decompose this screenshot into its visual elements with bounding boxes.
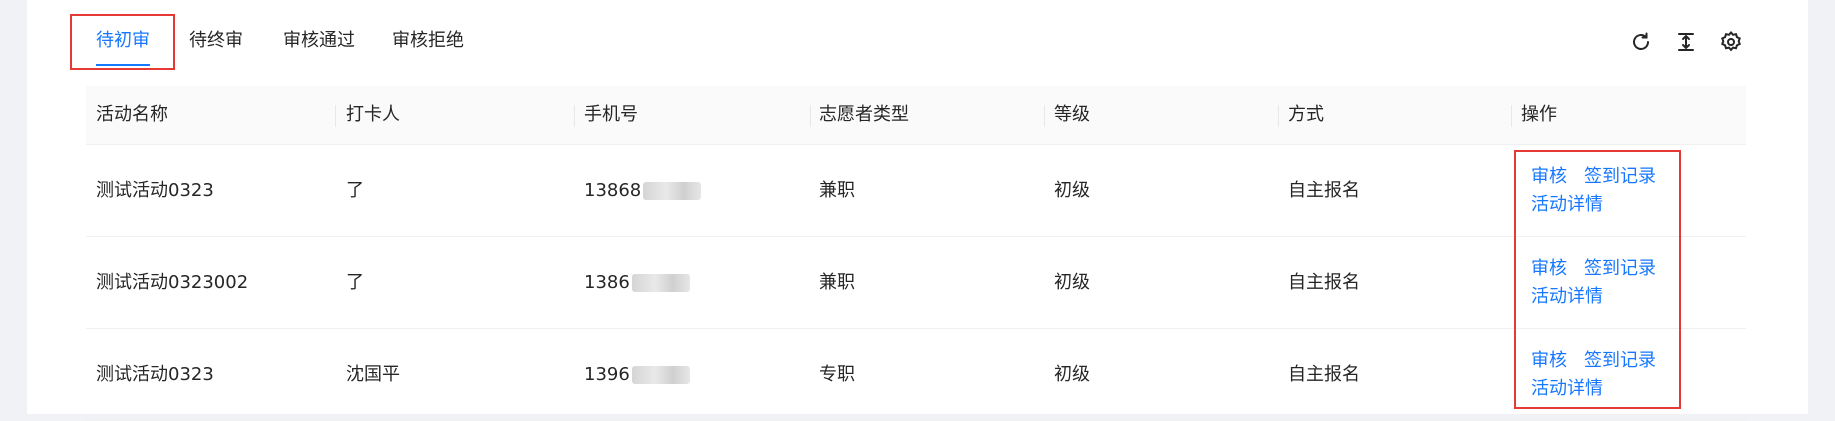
column-header: 操作 [1521, 104, 1557, 125]
row-actions: 审核 签到记录 活动详情 [1531, 163, 1656, 219]
phone-cell: 1386 [584, 237, 690, 328]
row-actions: 审核 签到记录 活动详情 [1531, 347, 1656, 403]
activity-details-link[interactable]: 活动详情 [1531, 378, 1603, 399]
column-divider [1511, 105, 1512, 127]
phone-visible: 1396 [584, 364, 630, 385]
column-header: 等级 [1054, 104, 1090, 125]
phone-cell: 1396 [584, 329, 690, 420]
settings-icon[interactable] [1719, 30, 1743, 54]
table-row: 测试活动0323 沈国平 1396 专职 初级 自主报名 审核 签到记录 活动详情 [86, 329, 1746, 421]
tab-pending-first-review[interactable]: 待初审 [96, 26, 150, 52]
row-actions: 审核 签到记录 活动详情 [1531, 255, 1656, 311]
column-header: 手机号 [584, 104, 638, 125]
tab-approved[interactable]: 审核通过 [283, 26, 355, 52]
tab-pending-final-review[interactable]: 待终审 [189, 26, 243, 52]
phone-redacted [631, 274, 690, 292]
phone-redacted [631, 366, 690, 384]
level-cell: 初级 [1054, 364, 1090, 385]
volunteer-type-cell: 专职 [819, 364, 855, 385]
column-divider [1278, 105, 1279, 127]
phone-visible: 13868 [584, 180, 642, 201]
review-link[interactable]: 审核 [1531, 350, 1567, 371]
column-header: 活动名称 [96, 104, 168, 125]
activity-name-cell: 测试活动0323 [96, 364, 214, 385]
person-cell: 沈国平 [346, 364, 400, 385]
person-cell: 了 [346, 180, 364, 201]
review-link[interactable]: 审核 [1531, 258, 1567, 279]
phone-cell: 13868 [584, 145, 702, 236]
active-tab-indicator [96, 64, 150, 66]
person-cell: 了 [346, 272, 364, 293]
column-header: 打卡人 [346, 104, 400, 125]
column-divider [810, 105, 811, 127]
table-header: 活动名称 打卡人 手机号 志愿者类型 等级 方式 操作 [86, 86, 1746, 145]
activity-name-cell: 测试活动0323002 [96, 272, 249, 293]
column-header: 志愿者类型 [819, 104, 909, 125]
refresh-icon[interactable] [1629, 30, 1653, 54]
level-cell: 初级 [1054, 180, 1090, 201]
column-header: 方式 [1288, 104, 1324, 125]
review-link[interactable]: 审核 [1531, 166, 1567, 187]
column-height-icon[interactable] [1674, 30, 1698, 54]
phone-visible: 1386 [584, 272, 630, 293]
activity-details-link[interactable]: 活动详情 [1531, 286, 1603, 307]
column-divider [335, 105, 336, 127]
checkin-records-link[interactable]: 签到记录 [1584, 258, 1656, 279]
tab-rejected[interactable]: 审核拒绝 [392, 26, 464, 52]
checkin-records-link[interactable]: 签到记录 [1584, 350, 1656, 371]
checkin-records-link[interactable]: 签到记录 [1584, 166, 1656, 187]
method-cell: 自主报名 [1288, 364, 1360, 385]
activity-name-cell: 测试活动0323 [96, 180, 214, 201]
activity-details-link[interactable]: 活动详情 [1531, 194, 1603, 215]
column-divider [574, 105, 575, 127]
review-table: 活动名称 打卡人 手机号 志愿者类型 等级 方式 操作 测试活动0323 了 1… [86, 86, 1746, 421]
column-divider [1044, 105, 1045, 127]
volunteer-type-cell: 兼职 [819, 272, 855, 293]
volunteer-type-cell: 兼职 [819, 180, 855, 201]
tab-bar: 待初审 待终审 审核通过 审核拒绝 [70, 14, 470, 74]
method-cell: 自主报名 [1288, 180, 1360, 201]
table-row: 测试活动0323002 了 1386 兼职 初级 自主报名 审核 签到记录 活动详… [86, 237, 1746, 329]
level-cell: 初级 [1054, 272, 1090, 293]
table-row: 测试活动0323 了 13868 兼职 初级 自主报名 审核 签到记录 活动详情 [86, 145, 1746, 237]
phone-redacted [643, 182, 702, 200]
method-cell: 自主报名 [1288, 272, 1360, 293]
